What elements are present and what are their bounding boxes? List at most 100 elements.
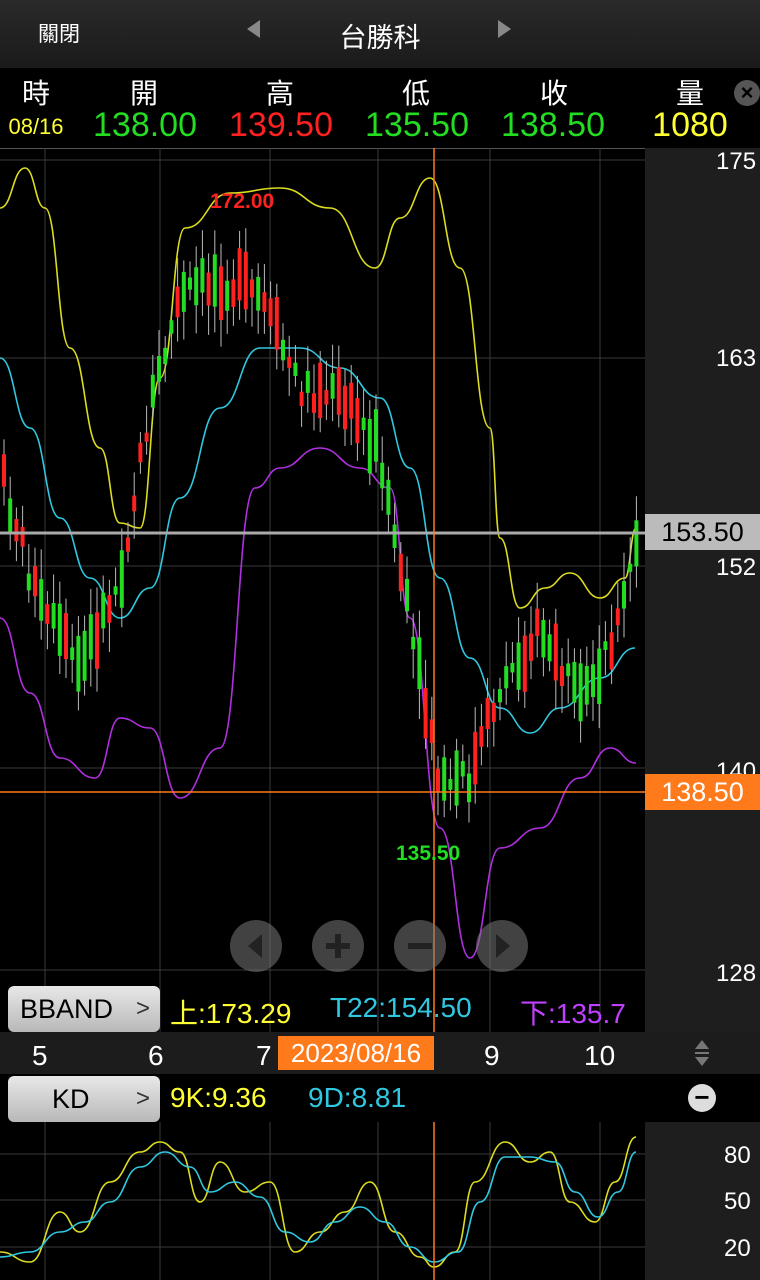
x-label-9: 9 bbox=[484, 1040, 500, 1071]
candle-body bbox=[330, 373, 335, 399]
candle-body bbox=[82, 630, 87, 681]
candle-body bbox=[622, 581, 626, 609]
candle-body bbox=[268, 298, 273, 327]
candle-body bbox=[522, 635, 527, 692]
candle-body bbox=[305, 370, 310, 393]
candle-body bbox=[436, 768, 440, 792]
candle-body bbox=[491, 702, 496, 723]
candle-body bbox=[219, 266, 223, 321]
candle-body bbox=[274, 296, 279, 350]
candle-body bbox=[442, 757, 447, 801]
quote-high: 139.50 bbox=[229, 106, 333, 144]
candle-body bbox=[609, 632, 614, 670]
candle-body bbox=[287, 356, 292, 368]
candle-body bbox=[547, 634, 552, 662]
bband-selector-button[interactable]: BBAND > bbox=[8, 986, 160, 1032]
resize-handle-icon[interactable] bbox=[692, 1038, 712, 1068]
candle-body bbox=[150, 374, 155, 408]
candle-body bbox=[541, 619, 546, 658]
plus-icon bbox=[326, 934, 350, 958]
candle-body bbox=[429, 719, 434, 743]
crosshair-date-tag: 2023/08/16 bbox=[278, 1036, 434, 1070]
candle-body bbox=[194, 267, 199, 306]
candle-body bbox=[312, 393, 316, 413]
candle-body bbox=[132, 495, 137, 512]
candle-body bbox=[39, 579, 44, 621]
close-quote-icon[interactable]: × bbox=[734, 80, 760, 106]
chevron-right-icon bbox=[496, 934, 510, 958]
price-tick-175: 175 bbox=[716, 148, 757, 175]
crosshair-price-tag: 138.50 bbox=[645, 774, 760, 810]
candle-body bbox=[33, 566, 37, 597]
candle-body bbox=[95, 612, 99, 669]
candle-body bbox=[64, 613, 68, 660]
x-label-6: 6 bbox=[148, 1040, 164, 1071]
candle-body bbox=[553, 623, 558, 681]
candle-body bbox=[169, 320, 174, 334]
candle-body bbox=[535, 608, 540, 636]
price-tick-128: 128 bbox=[716, 960, 757, 987]
scroll-left-button[interactable] bbox=[230, 920, 282, 972]
bband-label: BBAND bbox=[20, 994, 114, 1024]
candle-body bbox=[20, 526, 25, 547]
candlesticks bbox=[2, 228, 639, 823]
candle-body bbox=[411, 636, 416, 650]
candle-body bbox=[529, 633, 533, 661]
chevron-left-icon bbox=[248, 934, 262, 958]
candle-body bbox=[318, 362, 323, 419]
candle-body bbox=[336, 367, 341, 415]
candle-body bbox=[504, 666, 509, 689]
candle-body bbox=[386, 479, 391, 515]
candle-body bbox=[293, 362, 298, 376]
bband-mid-line bbox=[0, 347, 636, 734]
candle-body bbox=[467, 773, 471, 803]
candle-body bbox=[45, 604, 50, 624]
chevron-right-icon: > bbox=[135, 995, 150, 1022]
next-stock-icon[interactable] bbox=[498, 20, 511, 38]
price-chart[interactable] bbox=[0, 148, 760, 1033]
candle-body bbox=[126, 537, 130, 552]
candle-body bbox=[615, 608, 620, 626]
candle-body bbox=[101, 592, 106, 629]
candle-body bbox=[405, 578, 409, 612]
candle-body bbox=[51, 602, 56, 629]
kd-label: KD bbox=[52, 1084, 90, 1114]
candle-body bbox=[8, 498, 13, 532]
candle-body bbox=[14, 519, 19, 542]
bband-upper-value: 上:173.29 bbox=[170, 998, 292, 1029]
candle-body bbox=[367, 419, 372, 474]
zoom-in-button[interactable] bbox=[312, 920, 364, 972]
candle-body bbox=[473, 731, 478, 785]
candle-body bbox=[498, 689, 502, 703]
candle-body bbox=[57, 603, 62, 656]
candle-body bbox=[256, 276, 261, 311]
candle-body bbox=[417, 637, 422, 690]
kd-k-value: 9K:9.36 bbox=[170, 1082, 267, 1113]
candle-body bbox=[603, 641, 608, 650]
quote-time: 08/16 bbox=[8, 114, 64, 139]
quote-low: 135.50 bbox=[365, 106, 469, 144]
kd-selector-button[interactable]: KD > bbox=[8, 1076, 160, 1122]
candle-body bbox=[454, 750, 459, 806]
chevron-right-icon: > bbox=[135, 1085, 150, 1112]
candle-body bbox=[188, 277, 192, 290]
kd-tick-50: 50 bbox=[724, 1188, 751, 1215]
top-bar: 關閉 台勝科 bbox=[0, 0, 760, 69]
candle-body bbox=[299, 391, 304, 407]
candle-body bbox=[398, 553, 403, 592]
kd-chart[interactable] bbox=[0, 1122, 760, 1280]
x-label-5: 5 bbox=[32, 1040, 48, 1071]
candle-body bbox=[566, 663, 571, 677]
bollinger-bands bbox=[0, 167, 637, 959]
candle-body bbox=[628, 563, 633, 572]
candle-body bbox=[560, 666, 564, 687]
candle-body bbox=[262, 292, 267, 312]
zoom-out-button[interactable] bbox=[394, 920, 446, 972]
candle-body bbox=[231, 279, 236, 307]
high-price-label: 172.00 bbox=[210, 190, 275, 213]
price-axis-bg bbox=[645, 148, 760, 1033]
remove-indicator-icon[interactable]: − bbox=[688, 1084, 716, 1112]
scroll-right-button[interactable] bbox=[476, 920, 528, 972]
x-label-10: 10 bbox=[584, 1040, 616, 1071]
bband-upper-line bbox=[0, 167, 637, 609]
